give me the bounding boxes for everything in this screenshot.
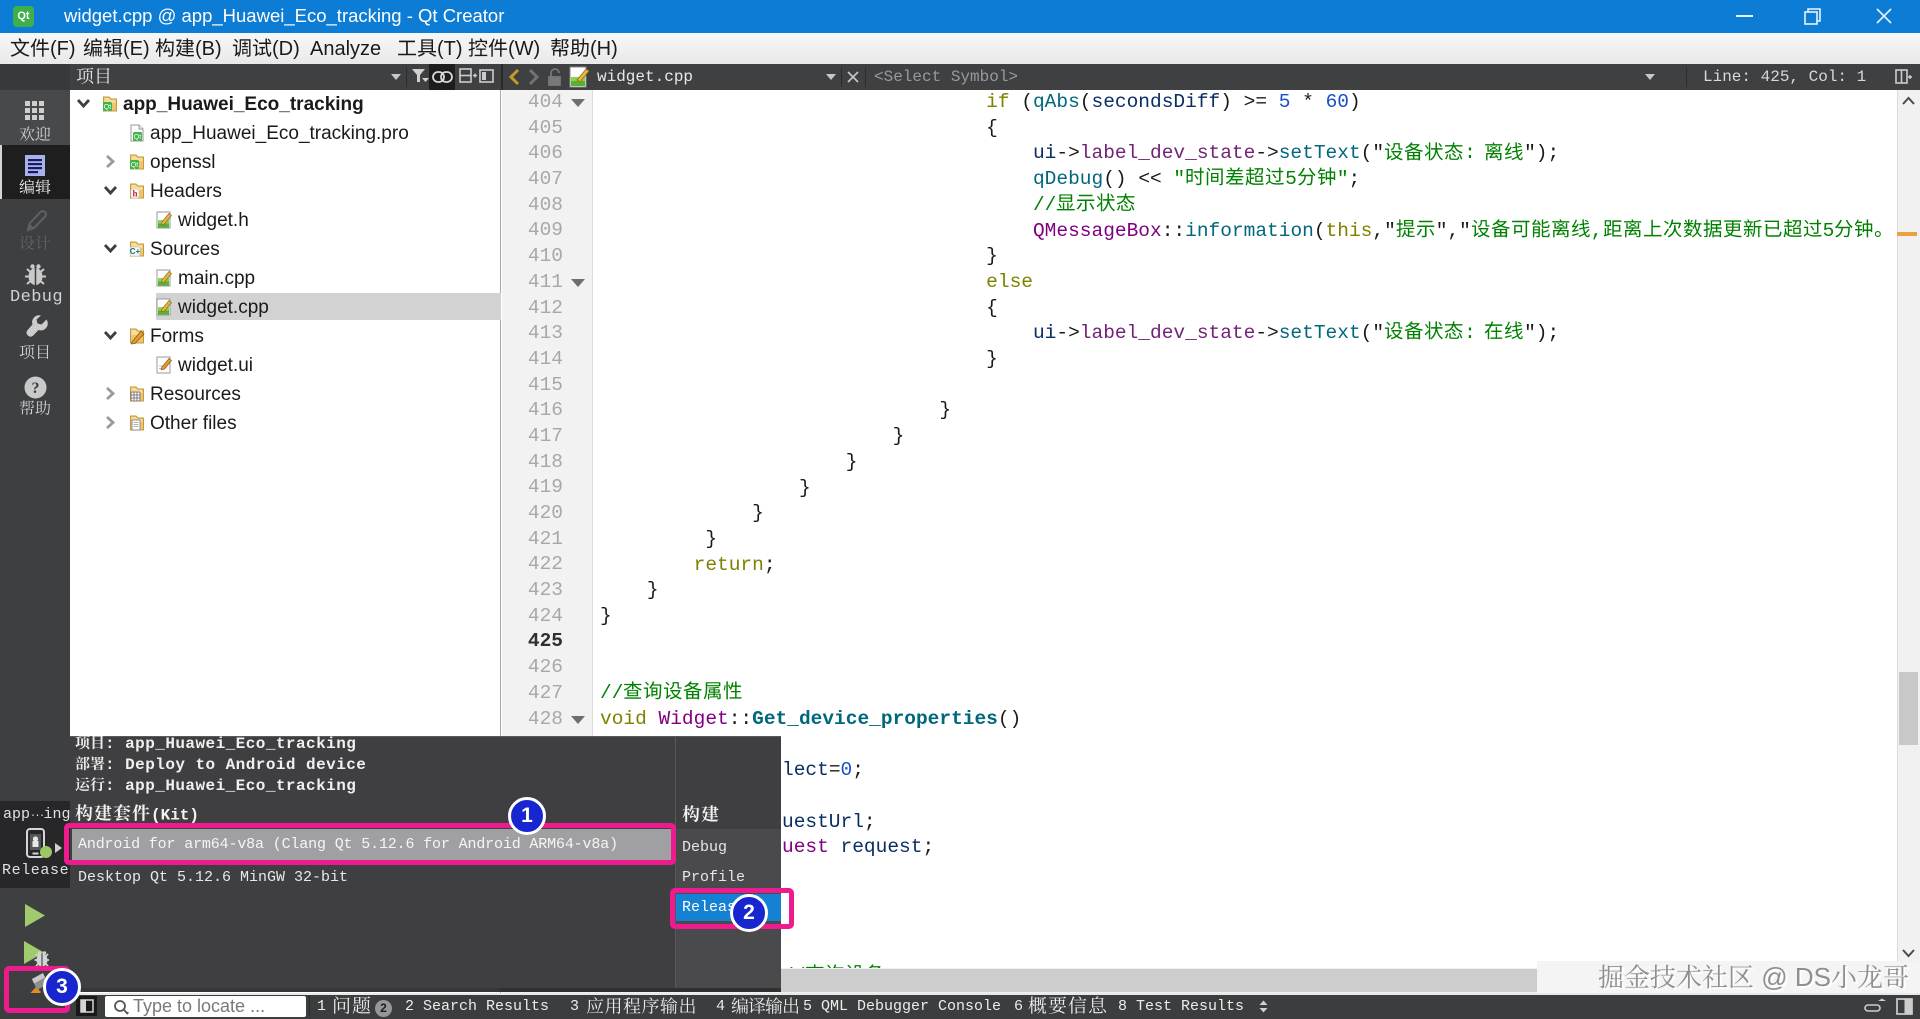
svg-text:?: ? [32,380,40,397]
svg-text:Qt: Qt [104,104,111,111]
svg-text:Qt: Qt [134,134,141,141]
svg-text:Qt: Qt [131,162,138,169]
svg-text:C+: C+ [130,247,141,256]
svg-text:h: h [132,189,137,199]
